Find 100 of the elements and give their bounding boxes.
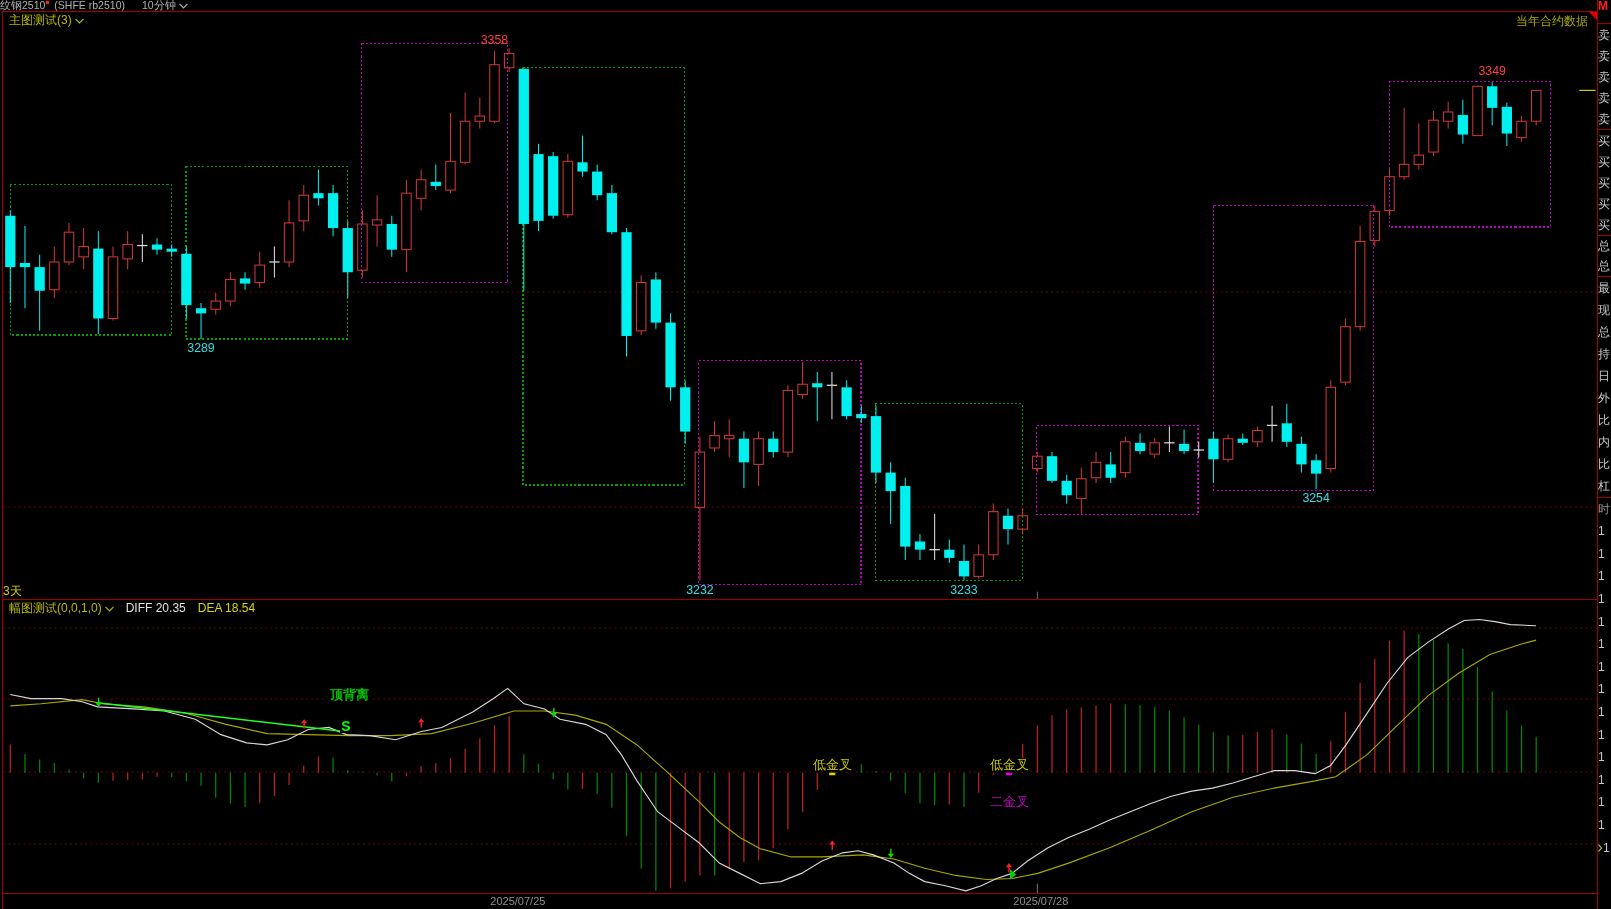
range-label: 3天 xyxy=(3,584,22,598)
side-label: 买 xyxy=(1598,176,1610,189)
chevron-down-icon xyxy=(74,17,84,24)
time-cell: 1 xyxy=(1603,841,1610,854)
candlestick xyxy=(1413,122,1425,171)
time-cell: 1 xyxy=(1598,751,1605,764)
time-cell: 1 xyxy=(1598,660,1605,673)
candlestick xyxy=(503,47,515,73)
down-arrow-icon xyxy=(887,848,894,858)
candlestick xyxy=(357,210,368,278)
candlestick xyxy=(592,163,603,201)
candlestick xyxy=(1281,403,1292,448)
candlestick xyxy=(1369,204,1381,248)
panel-tab-label[interactable]: M xyxy=(1598,0,1608,12)
candlestick xyxy=(1266,405,1278,443)
candlestick xyxy=(225,271,236,307)
candlestick xyxy=(122,230,133,270)
signal-label: 低金叉 xyxy=(811,758,853,772)
date-label: 2025/07/28 xyxy=(1013,894,1069,908)
candlestick xyxy=(738,431,750,489)
marker-icon xyxy=(829,772,836,776)
candlestick xyxy=(1149,437,1160,459)
candlestick xyxy=(1457,99,1468,145)
candlestick xyxy=(313,169,324,206)
candlestick xyxy=(606,184,617,235)
side-label: 总 xyxy=(1598,240,1610,252)
candlestick xyxy=(298,184,309,232)
corner-triangle-icon xyxy=(1589,12,1597,20)
side-label: 总 xyxy=(1598,260,1610,272)
candlestick xyxy=(1252,425,1263,448)
side-label: 外 xyxy=(1598,392,1610,404)
candlestick xyxy=(973,544,984,579)
signal-label: 低金叉 xyxy=(988,758,1030,772)
candlestick xyxy=(1163,425,1176,453)
side-label: 比 xyxy=(1598,414,1610,426)
contract-code: (SHFE rb2510) xyxy=(54,0,125,11)
corner-label: 当年合约数据 xyxy=(1516,14,1588,28)
candlestick xyxy=(386,215,397,258)
time-cell: 1 xyxy=(1598,547,1605,560)
candlestick xyxy=(548,151,559,220)
candlestick xyxy=(1032,451,1043,474)
price-label: 3289 xyxy=(187,341,215,356)
signal-label: 二金叉 xyxy=(988,795,1030,809)
candlestick xyxy=(928,513,941,561)
time-cell: 1 xyxy=(1598,638,1605,651)
candlestick xyxy=(680,379,691,445)
price-label: 3358 xyxy=(480,33,509,48)
candlestick xyxy=(1501,102,1512,147)
time-cell: 1 xyxy=(1598,570,1605,583)
candlestick xyxy=(1061,474,1072,504)
candlestick xyxy=(1384,169,1395,217)
candlestick xyxy=(239,271,251,291)
candlestick xyxy=(1237,433,1248,446)
side-label: 买 xyxy=(1598,197,1610,210)
candlestick xyxy=(283,199,295,268)
side-label: 比 xyxy=(1598,458,1610,470)
up-arrow-icon xyxy=(829,840,836,851)
candlestick xyxy=(254,251,265,289)
chevron-down-icon xyxy=(104,605,114,612)
candlestick xyxy=(1472,85,1483,137)
candlestick xyxy=(958,544,970,582)
candlestick xyxy=(1076,466,1087,515)
symbol-name: 纹钢2510 xyxy=(0,0,46,11)
candlestick xyxy=(1530,89,1542,126)
candlestick xyxy=(1208,431,1219,484)
time-cell: 1 xyxy=(1598,706,1605,719)
candlestick xyxy=(562,153,574,219)
date-label: 2025/07/25 xyxy=(490,894,546,908)
candlestick xyxy=(151,237,163,256)
candlestick xyxy=(1487,81,1498,126)
indicator-dropdown[interactable]: 主图测试(3) xyxy=(9,14,84,27)
candlestick xyxy=(885,461,896,525)
candlestick xyxy=(1428,110,1439,157)
current-price-line xyxy=(1578,89,1597,91)
candlestick xyxy=(914,533,926,561)
candlestick xyxy=(268,246,281,278)
candlestick xyxy=(812,371,823,422)
side-label: 买 xyxy=(1598,218,1610,231)
period-dropdown[interactable]: 10分钟 xyxy=(141,0,188,12)
candlestick xyxy=(856,405,867,424)
time-cell: 1 xyxy=(1598,615,1605,628)
candlestick xyxy=(1002,508,1014,546)
candlestick xyxy=(430,163,441,191)
up-arrow-icon xyxy=(418,718,425,729)
candlestick xyxy=(1046,451,1058,484)
candlestick xyxy=(841,379,852,420)
price-label: 3349 xyxy=(1478,64,1506,78)
candlestick xyxy=(650,271,661,330)
time-cell: 1 xyxy=(1598,796,1605,809)
candlestick xyxy=(1222,434,1234,463)
indicator-dropdown[interactable]: 幅图测试(0,0,1,0) xyxy=(9,602,114,615)
candlestick xyxy=(166,244,177,258)
time-cell: 1 xyxy=(1598,593,1605,606)
candlestick xyxy=(195,302,207,340)
candlestick xyxy=(1120,436,1131,479)
candlestick xyxy=(797,361,808,400)
price-label: 3233 xyxy=(950,582,978,597)
candlestick xyxy=(327,184,339,237)
square-icon xyxy=(46,1,50,4)
indicator-reading: DEA 18.54 xyxy=(197,602,256,615)
